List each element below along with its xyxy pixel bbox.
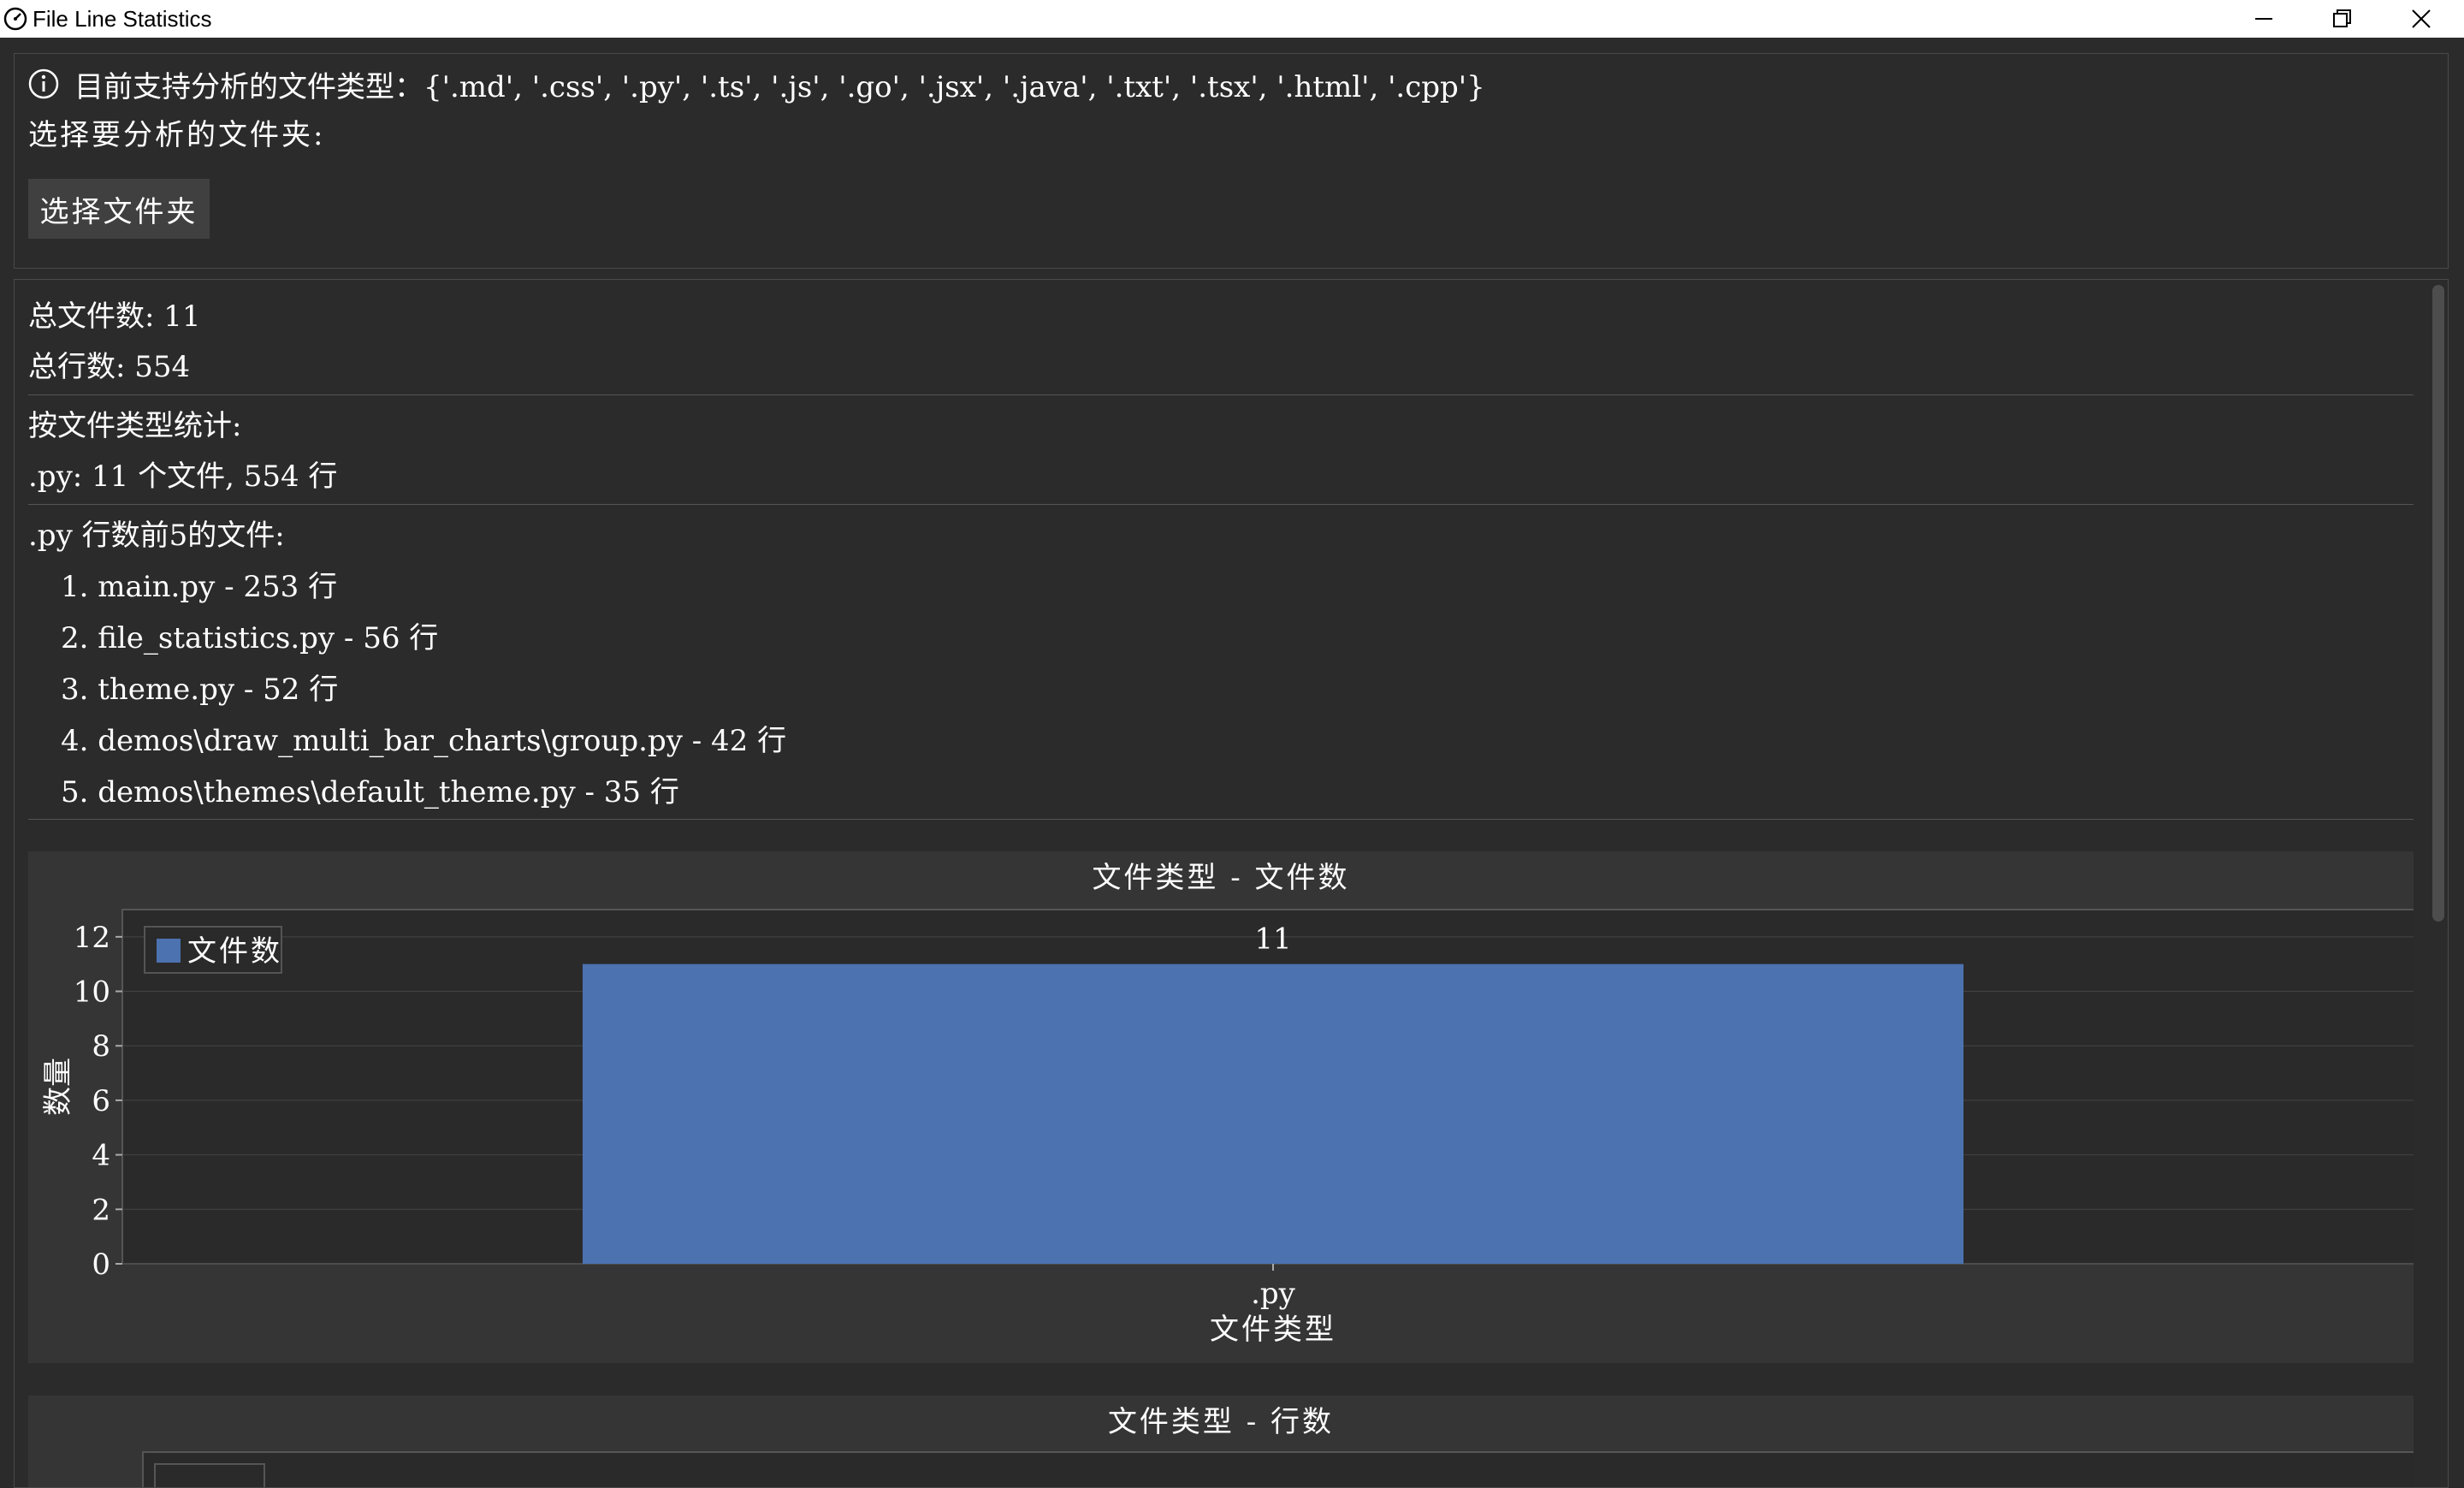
folder-selection-panel: 目前支持分析的文件类型：{'.md', '.css', '.py', '.ts'… <box>14 53 2449 269</box>
restore-icon <box>2333 9 2351 27</box>
results-panel: 总文件数: 11 总行数: 554 按文件类型统计: .py: 11 个文件, … <box>14 279 2449 1488</box>
bar-value-label: 11 <box>1254 922 1291 957</box>
y-tick-label: 8 <box>92 1029 110 1064</box>
top-file-item: 1. main.py - 253 行 <box>61 570 338 604</box>
by-type-heading: 按文件类型统计: <box>28 409 242 443</box>
legend-label: 文件数 <box>187 934 282 969</box>
gauge-icon <box>3 7 27 31</box>
top-file-item: 3. theme.py - 52 行 <box>61 673 339 707</box>
supported-types-text: 目前支持分析的文件类型：{'.md', '.css', '.py', '.ts'… <box>74 69 1485 104</box>
close-button[interactable] <box>2382 0 2461 38</box>
title-bar: File Line Statistics <box>0 0 2464 38</box>
supported-types-info: 目前支持分析的文件类型：{'.md', '.css', '.py', '.ts'… <box>27 62 1485 105</box>
y-tick-label: 6 <box>92 1084 110 1118</box>
line-count-chart: 文件类型 - 行数 <box>28 1396 2414 1487</box>
file-count-chart: 文件类型 - 文件数 0 2 4 6 8 10 12 .py 11 文件类型 数量 文件数 <box>28 851 2414 1363</box>
y-axis-label: 数量 <box>41 1058 75 1116</box>
window-title: File Line Statistics <box>33 6 212 32</box>
info-icon <box>28 68 59 99</box>
y-tick-label: 2 <box>92 1193 110 1227</box>
choose-folder-button[interactable]: 选择文件夹 <box>28 179 210 239</box>
y-tick-label: 4 <box>92 1139 110 1173</box>
close-icon <box>2412 9 2431 28</box>
y-tick-label: 0 <box>92 1248 110 1282</box>
divider <box>28 819 2414 820</box>
total-lines-text: 总行数: 554 <box>28 350 191 384</box>
results-scrollbar[interactable] <box>2429 280 2448 1487</box>
choose-folder-label: 选择要分析的文件夹: <box>28 118 326 152</box>
file-count-chart-plot: 0 2 4 6 8 10 12 .py 11 文件类型 数量 文件数 <box>41 909 2414 1347</box>
divider <box>28 394 2414 395</box>
y-tick-label: 10 <box>74 975 110 1010</box>
total-files-text: 总文件数: 11 <box>28 299 201 334</box>
restore-button[interactable] <box>2303 0 2382 38</box>
top-file-item: 2. file_statistics.py - 56 行 <box>61 621 439 655</box>
legend-swatch <box>157 939 181 963</box>
top-files-heading: .py 行数前5的文件: <box>28 519 285 553</box>
by-type-row: .py: 11 个文件, 554 行 <box>28 459 338 494</box>
minimize-button[interactable] <box>2224 0 2303 38</box>
scrollbar-thumb[interactable] <box>2432 285 2444 922</box>
plot-area <box>142 1451 2414 1487</box>
x-axis-label: 文件类型 <box>1210 1313 1336 1347</box>
line-count-chart-plot <box>142 1451 2414 1487</box>
top-file-item: 5. demos\themes\default_theme.py - 35 行 <box>61 775 679 809</box>
x-tick-label: .py <box>1251 1277 1296 1311</box>
y-tick-label: 12 <box>74 921 110 955</box>
top-file-item: 4. demos\draw_multi_bar_charts\group.py … <box>61 724 787 758</box>
bar <box>583 963 1964 1264</box>
divider <box>28 504 2414 505</box>
minimize-icon <box>2255 18 2272 20</box>
